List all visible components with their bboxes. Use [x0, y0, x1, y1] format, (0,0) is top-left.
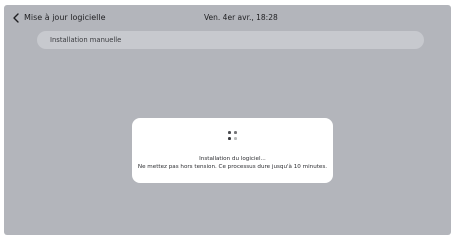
- manual-install-label: Installation manuelle: [50, 36, 122, 44]
- page-title: Mise à jour logicielle: [24, 13, 106, 22]
- back-button[interactable]: [9, 11, 23, 25]
- screen-frame: Mise à jour logicielle Ven. 4er avr., 18…: [0, 0, 455, 240]
- manual-install-item[interactable]: Installation manuelle: [37, 31, 424, 49]
- chevron-left-icon: [13, 13, 19, 23]
- settings-screen: Mise à jour logicielle Ven. 4er avr., 18…: [4, 5, 451, 235]
- dialog-message-line2: Ne mettez pas hors tension. Ce processus…: [137, 164, 328, 170]
- loading-spinner-icon: [227, 130, 239, 142]
- dialog-message-line1: Installation du logiciel...: [199, 156, 266, 162]
- status-datetime: Ven. 4er avr., 18:28: [204, 13, 278, 22]
- installing-dialog: Installation du logiciel... Ne mettez pa…: [132, 118, 333, 183]
- header: Mise à jour logicielle Ven. 4er avr., 18…: [4, 5, 451, 30]
